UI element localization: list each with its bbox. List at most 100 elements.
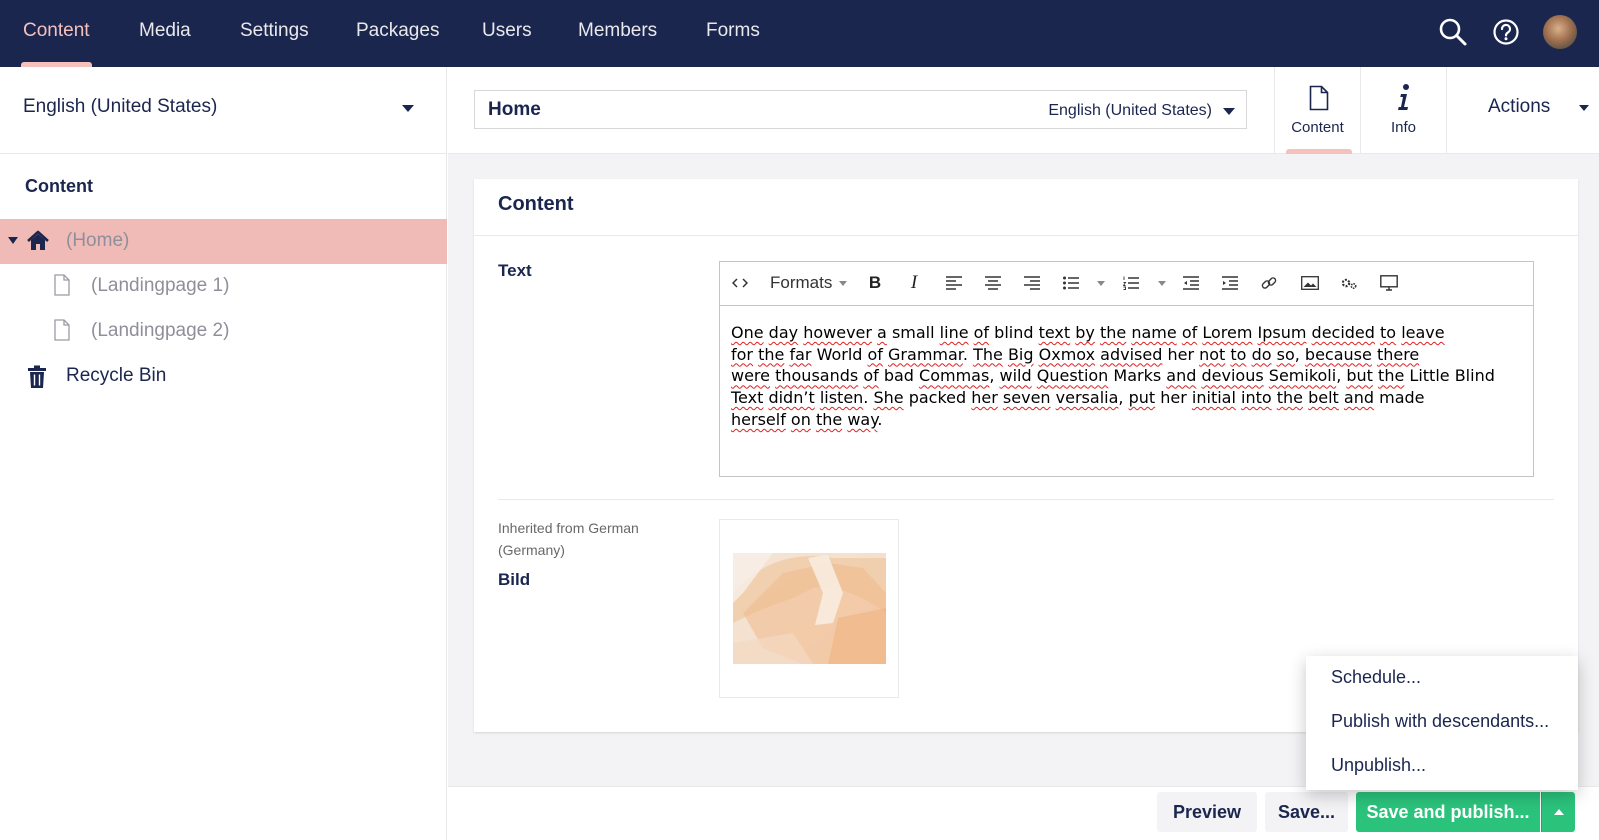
rte-word: were: [731, 366, 770, 386]
image-icon[interactable]: [1300, 272, 1320, 294]
rte-word: by: [1075, 323, 1095, 342]
rte-word: far: [789, 344, 812, 364]
formats-dropdown[interactable]: Formats: [770, 272, 836, 294]
nav-users[interactable]: Users: [482, 20, 532, 42]
nav-media[interactable]: Media: [139, 20, 191, 42]
actions-menu-button[interactable]: Actions: [1488, 96, 1550, 118]
actions-label: Actions: [1488, 96, 1551, 117]
preview-button[interactable]: Preview: [1157, 792, 1257, 832]
italic-icon[interactable]: I: [905, 272, 923, 294]
rte-word: for: [731, 344, 753, 364]
tree-item-landingpage-1[interactable]: (Landingpage 1): [0, 264, 447, 309]
rte-word: herself: [731, 409, 786, 429]
nav-settings[interactable]: Settings: [240, 20, 309, 42]
rte-word: and: [1343, 388, 1375, 408]
node-name-field[interactable]: Home English (United States): [474, 90, 1247, 129]
variant-selector-label[interactable]: English (United States): [1048, 102, 1212, 120]
app-tab-label: Content: [1291, 119, 1344, 136]
rte-word: her: [1167, 344, 1195, 364]
rte-word: packed: [908, 388, 967, 408]
rte-word: leave: [1401, 323, 1445, 342]
rte-word: of: [867, 344, 883, 364]
publish-options-menu: Schedule... Publish with descendants... …: [1306, 656, 1578, 790]
menu-item-unpublish[interactable]: Unpublish...: [1331, 755, 1426, 776]
tree-item-landingpage-2[interactable]: (Landingpage 2): [0, 309, 447, 354]
editor-header: Home English (United States) Content Inf…: [448, 67, 1599, 154]
nav-members[interactable]: Members: [578, 20, 657, 42]
chevron-down-icon[interactable]: [1579, 105, 1589, 111]
align-right-icon[interactable]: [1022, 272, 1042, 294]
align-center-icon[interactable]: [983, 272, 1003, 294]
rte-word: and: [1166, 366, 1197, 386]
rte-word: on: [790, 409, 811, 429]
chevron-down-icon[interactable]: [1158, 281, 1166, 286]
save-and-publish-button[interactable]: Save and publish...: [1356, 792, 1540, 832]
rte-word: Semikoli: [1268, 366, 1337, 386]
bold-icon[interactable]: B: [866, 272, 884, 294]
expand-caret-icon[interactable]: [8, 237, 18, 244]
indent-icon[interactable]: [1220, 272, 1240, 294]
link-icon[interactable]: [1259, 272, 1279, 294]
app-tab-info[interactable]: Info: [1360, 67, 1446, 154]
macro-icon[interactable]: [1339, 272, 1359, 294]
rte-word: the: [758, 344, 785, 364]
header-divider: [1446, 67, 1447, 154]
node-name: Home: [488, 99, 541, 120]
publish-options-toggle[interactable]: [1541, 792, 1575, 832]
bullet-list-icon[interactable]: [1061, 272, 1081, 294]
rte-word: into: [1241, 388, 1272, 408]
language-selector[interactable]: English (United States): [0, 67, 447, 154]
chevron-down-icon[interactable]: [839, 281, 847, 286]
media-picker[interactable]: [719, 519, 899, 698]
align-left-icon[interactable]: [944, 272, 964, 294]
chevron-down-icon: [402, 105, 414, 112]
rte-word: Ipsum: [1257, 323, 1307, 342]
rte-word: of: [1181, 323, 1198, 342]
tree-item-recycle-bin[interactable]: Recycle Bin: [0, 354, 447, 399]
rte-word: She: [873, 388, 904, 408]
outdent-icon[interactable]: [1181, 272, 1201, 294]
search-icon[interactable]: [1437, 16, 1469, 48]
rte-toolbar: Formats B I: [720, 262, 1533, 306]
numbered-list-icon[interactable]: [1121, 272, 1141, 294]
rte-word: because: [1304, 344, 1372, 364]
rte-word: there: [1376, 344, 1420, 364]
rte-word: wild: [999, 366, 1032, 386]
chevron-down-icon[interactable]: [1223, 108, 1235, 115]
trash-icon: [27, 365, 47, 394]
rte-word: didn’t: [768, 388, 815, 408]
menu-item-publish-with-descendants[interactable]: Publish with descendants...: [1331, 711, 1549, 732]
embed-icon[interactable]: [1379, 272, 1399, 294]
chevron-down-icon[interactable]: [1097, 281, 1105, 286]
inherited-from-label: Inherited from German (Germany): [498, 520, 639, 558]
rich-text-editor[interactable]: Formats B I One day however a small line…: [719, 261, 1534, 477]
nav-packages[interactable]: Packages: [356, 20, 439, 42]
nav-forms[interactable]: Forms: [706, 20, 760, 42]
save-button[interactable]: Save...: [1265, 792, 1348, 832]
menu-item-schedule[interactable]: Schedule...: [1331, 667, 1421, 688]
rte-word: One: [731, 323, 764, 342]
tree-item-label: (Landingpage 1): [91, 275, 230, 296]
code-icon[interactable]: [730, 272, 750, 294]
user-avatar[interactable]: [1543, 15, 1577, 49]
rte-word: the: [1099, 323, 1127, 342]
top-navigation: Content Media Settings Packages Users Me…: [0, 0, 1599, 67]
property-label-bild: Bild: [498, 570, 531, 589]
rte-word: decided: [1311, 323, 1375, 342]
rte-word: Oxmox: [1038, 344, 1096, 364]
rte-word: not: [1199, 344, 1226, 364]
rte-word: World: [816, 344, 863, 364]
chevron-up-icon: [1553, 809, 1564, 815]
rte-word: seven: [1002, 388, 1051, 408]
rte-word: line: [939, 323, 969, 342]
property-label-text: Text: [498, 261, 532, 280]
help-icon[interactable]: [1490, 16, 1522, 48]
nav-content[interactable]: Content: [23, 20, 90, 42]
rte-word: Grammar: [888, 344, 963, 364]
rte-content[interactable]: One day however a small line of blind te…: [731, 322, 1526, 431]
rte-word: to: [1230, 344, 1247, 364]
tree-item-home[interactable]: (Home): [0, 219, 447, 264]
rte-word: of: [863, 366, 879, 386]
home-icon: [26, 229, 50, 258]
app-tab-content[interactable]: Content: [1274, 67, 1360, 154]
